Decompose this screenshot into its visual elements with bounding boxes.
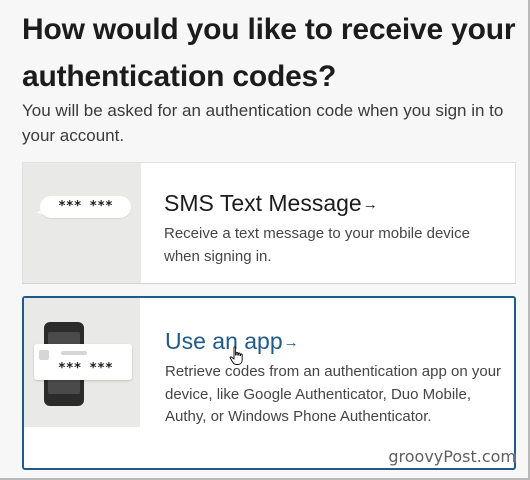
watermark: groovyPost.com <box>388 447 516 466</box>
app-option-description: Retrieve codes from an authentication ap… <box>165 363 502 425</box>
arrow-right-icon: → <box>362 196 378 213</box>
app-notification-card: *** *** <box>34 344 132 380</box>
sms-bubble-icon: *** *** <box>40 196 131 218</box>
arrow-right-icon: → <box>283 334 299 351</box>
notification-text-line <box>61 351 87 355</box>
sms-option-description: Receive a text message to your mobile de… <box>164 225 470 265</box>
sms-option-title[interactable]: SMS Text Message→ <box>164 188 378 222</box>
sms-illustration: *** *** <box>23 163 141 283</box>
hand-pointer-icon <box>229 346 243 365</box>
app-option-title-text: Use an app <box>165 328 283 354</box>
sms-option-title-text: SMS Text Message <box>164 190 362 216</box>
notification-code: *** *** <box>58 361 113 376</box>
page-subtitle: You will be asked for an authentication … <box>22 101 504 145</box>
sms-option-card[interactable]: *** *** SMS Text Message→ Receive a text… <box>22 162 516 284</box>
notification-app-icon <box>39 350 49 360</box>
app-option-card[interactable]: *** *** Use an app→ Retrieve codes from … <box>22 296 516 470</box>
app-illustration: *** *** <box>24 298 140 427</box>
page-title: How would you like to receive your authe… <box>22 13 516 93</box>
